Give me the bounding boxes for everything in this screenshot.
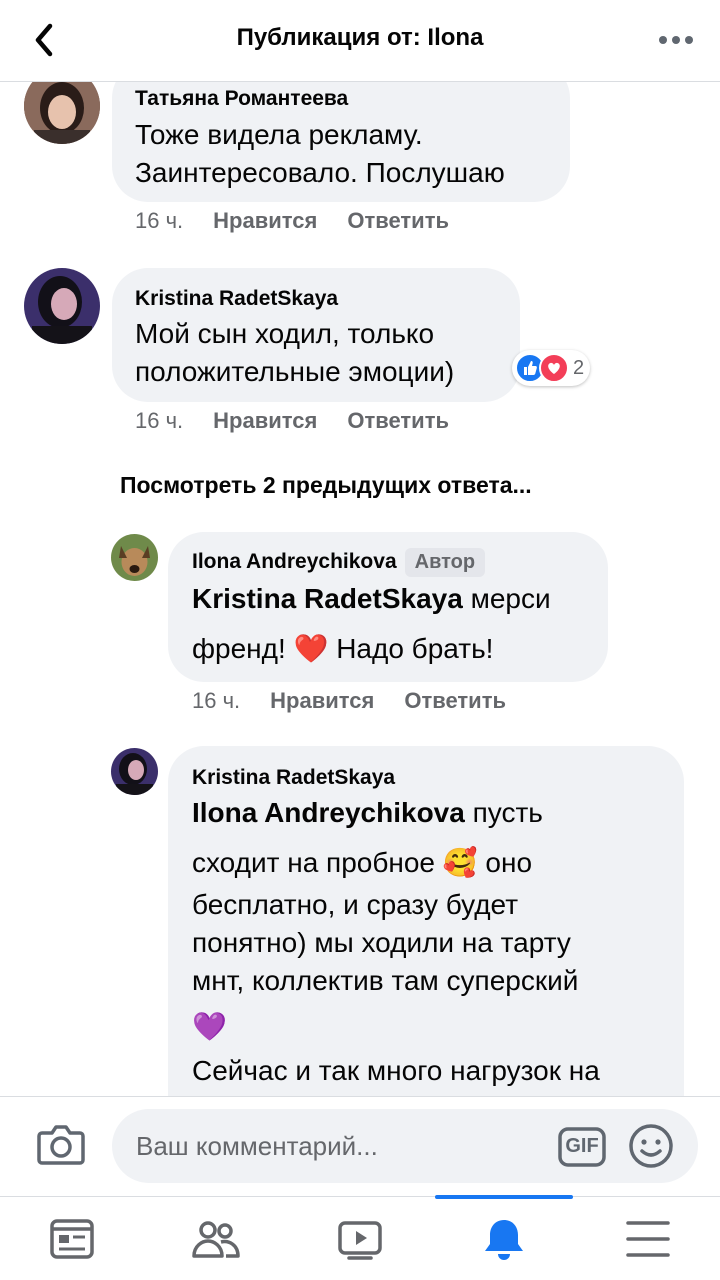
avatar[interactable] bbox=[24, 268, 100, 344]
author-badge: Автор bbox=[404, 548, 486, 577]
reply-meta: 16 ч. Нравится Ответить bbox=[192, 688, 536, 714]
nav-watch[interactable] bbox=[288, 1197, 432, 1280]
reply-link[interactable]: Ответить bbox=[404, 688, 506, 713]
reply-link[interactable]: Ответить bbox=[347, 408, 449, 433]
avatar-photo bbox=[24, 268, 100, 344]
mention-link[interactable]: Kristina RadetSkaya bbox=[192, 583, 463, 614]
avatar[interactable] bbox=[24, 82, 100, 144]
avatar[interactable] bbox=[111, 534, 158, 581]
reply-text-line: френд! ❤️ Надо брать! bbox=[192, 630, 493, 668]
reply-text-line: Сейчас и так много нагрузок на bbox=[192, 1055, 600, 1086]
reply-text-line: бесплатно, и сразу будет bbox=[192, 889, 519, 920]
comment-text-line: Тоже видела рекламу. bbox=[135, 119, 423, 150]
like-link[interactable]: Нравится bbox=[270, 688, 374, 713]
reactions-count: 2 bbox=[573, 356, 585, 379]
comment-author[interactable]: Kristina RadetSkaya bbox=[135, 287, 338, 311]
reply-text: мерси bbox=[462, 583, 551, 614]
camera-icon bbox=[37, 1125, 85, 1165]
menu-icon bbox=[626, 1221, 670, 1257]
reply-text-line: Ilona Andreychikova пусть bbox=[192, 794, 543, 832]
emoji-icon bbox=[629, 1124, 673, 1168]
view-previous-replies-link[interactable]: Посмотреть 2 предыдущих ответа... bbox=[120, 472, 532, 499]
comment-meta: 16 ч. Нравится Ответить bbox=[135, 408, 479, 434]
friends-icon bbox=[192, 1221, 240, 1258]
avatar-photo bbox=[111, 534, 158, 581]
avatar-photo bbox=[24, 82, 100, 144]
more-horizontal-icon bbox=[659, 36, 693, 44]
love-icon bbox=[539, 353, 569, 383]
nav-menu[interactable] bbox=[576, 1197, 720, 1280]
reactions-summary[interactable]: 2 bbox=[512, 350, 591, 386]
reply-author[interactable]: Ilona Andreychikova bbox=[192, 550, 397, 573]
reply-text-line: Kristina RadetSkaya мерси bbox=[192, 580, 551, 618]
more-options-button[interactable] bbox=[658, 30, 694, 50]
comment-input[interactable] bbox=[112, 1109, 698, 1183]
comments-feed[interactable]: Татьяна Романтеева Тоже видела рекламу. … bbox=[0, 82, 720, 1096]
reply-link[interactable]: Ответить bbox=[347, 208, 449, 233]
comment-author[interactable]: Татьяна Романтеева bbox=[135, 87, 348, 111]
nav-feed[interactable] bbox=[0, 1197, 144, 1280]
reply-text: френд! bbox=[192, 633, 294, 664]
comment-composer: GIF bbox=[0, 1096, 720, 1196]
comment-time: 16 ч. bbox=[135, 408, 184, 433]
nav-friends[interactable] bbox=[144, 1197, 288, 1280]
gif-button[interactable]: GIF bbox=[558, 1127, 606, 1167]
comment-text-line: Мой сын ходил, только bbox=[135, 318, 435, 349]
camera-button[interactable] bbox=[36, 1121, 86, 1167]
gif-label: GIF bbox=[565, 1135, 599, 1157]
comment-time: 16 ч. bbox=[135, 208, 184, 233]
purple-heart-emoji: 💜 bbox=[192, 1011, 227, 1042]
reply-author-line: Ilona Andreychikova Автор bbox=[192, 548, 486, 577]
reply-text: оно bbox=[477, 847, 533, 878]
nav-notifications[interactable] bbox=[432, 1195, 576, 1280]
comment-text-line: Заинтересовало. Послушаю bbox=[135, 157, 505, 188]
reply-text-line: понятно) мы ходили на тарту bbox=[192, 927, 571, 958]
bottom-navigation bbox=[0, 1195, 720, 1280]
reply-text: Надо брать! bbox=[328, 633, 494, 664]
like-link[interactable]: Нравится bbox=[213, 208, 317, 233]
reply-author[interactable]: Kristina RadetSkaya bbox=[192, 766, 395, 790]
feed-icon bbox=[50, 1219, 94, 1259]
avatar[interactable] bbox=[111, 748, 158, 795]
watch-icon bbox=[338, 1221, 382, 1260]
avatar-photo bbox=[111, 748, 158, 795]
heart-emoji: ❤️ bbox=[293, 633, 329, 664]
reply-text: пусть bbox=[464, 797, 543, 828]
page-title: Публикация от: Ilona bbox=[236, 24, 484, 51]
comment-text-line: положительные эмоции) bbox=[135, 356, 455, 387]
smiling-hearts-emoji: 🥰 bbox=[442, 847, 478, 878]
reply-time: 16 ч. bbox=[192, 688, 241, 713]
reply-text: сходит на пробное bbox=[192, 847, 443, 878]
comment-meta: 16 ч. Нравится Ответить bbox=[135, 208, 479, 234]
notifications-icon bbox=[485, 1220, 523, 1260]
reply-text-line: мнт, коллектив там суперский bbox=[192, 965, 579, 996]
emoji-button[interactable] bbox=[628, 1123, 674, 1169]
like-link[interactable]: Нравится bbox=[213, 408, 317, 433]
reply-text-line: сходит на пробное 🥰 оно bbox=[192, 844, 532, 882]
top-bar: Публикация от: Ilona bbox=[0, 0, 720, 82]
mention-link[interactable]: Ilona Andreychikova bbox=[192, 797, 465, 828]
